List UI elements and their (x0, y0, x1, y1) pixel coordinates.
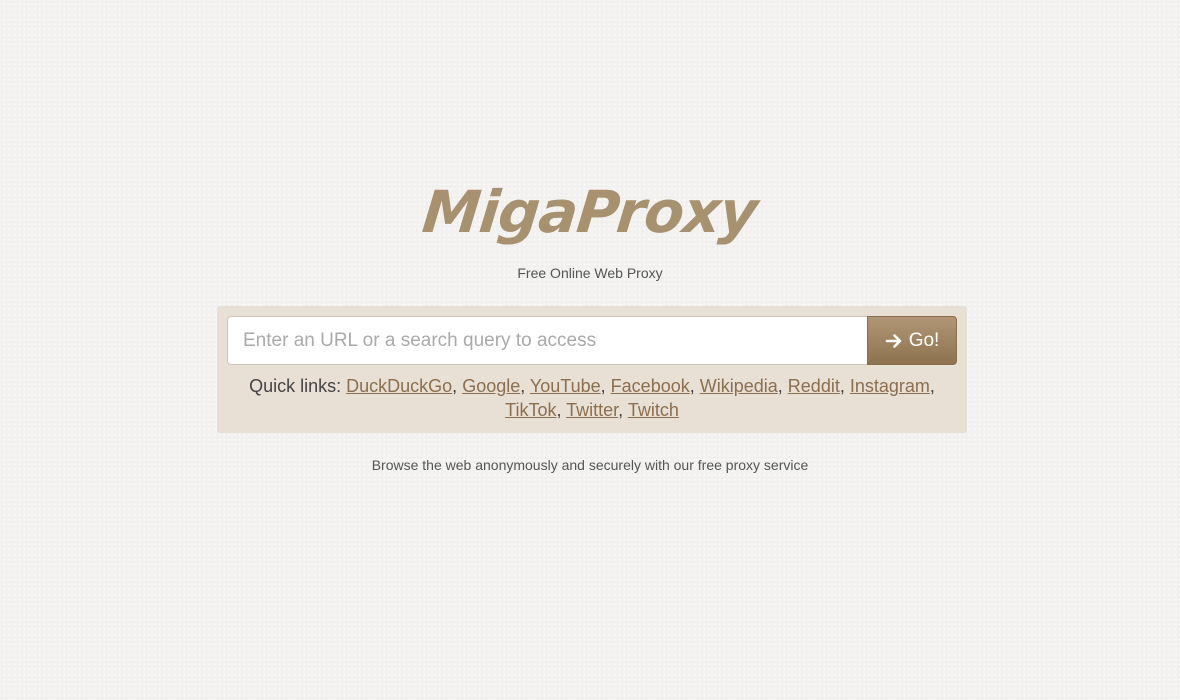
link-separator: , (452, 376, 463, 396)
go-button-label: Go! (908, 329, 940, 351)
logo[interactable]: MigaProxy (0, 172, 1180, 252)
quick-link-wikipedia[interactable]: Wikipedia (700, 376, 778, 396)
link-separator: , (929, 376, 935, 396)
link-separator: , (520, 376, 530, 396)
quick-link-youtube[interactable]: YouTube (530, 376, 601, 396)
logo-text[interactable]: MigaProxy (419, 172, 761, 252)
link-separator: , (689, 376, 700, 396)
search-form: Go! (227, 316, 957, 365)
link-separator: , (556, 400, 567, 420)
link-separator: , (839, 376, 850, 396)
quick-link-twitter[interactable]: Twitter (566, 400, 618, 420)
quick-link-google[interactable]: Google (462, 376, 520, 396)
url-search-input[interactable] (227, 316, 867, 365)
quick-link-tiktok[interactable]: TikTok (505, 400, 556, 420)
link-separator: , (600, 376, 611, 396)
quick-links: Quick links: DuckDuckGo, Google, YouTube… (227, 374, 957, 422)
link-separator: , (777, 376, 788, 396)
link-separator: , (618, 400, 628, 420)
arrow-right-icon (885, 332, 903, 350)
search-panel: Go! Quick links: DuckDuckGo, Google, You… (217, 306, 967, 433)
footer-description: Browse the web anonymously and securely … (371, 457, 809, 473)
tagline: Free Online Web Proxy (517, 265, 663, 281)
go-button[interactable]: Go! (867, 316, 957, 365)
quick-link-duckduckgo[interactable]: DuckDuckGo (346, 376, 452, 396)
quick-links-label: Quick links: (249, 376, 342, 396)
quick-link-reddit[interactable]: Reddit (788, 376, 840, 396)
quick-link-twitch[interactable]: Twitch (628, 400, 679, 420)
quick-link-instagram[interactable]: Instagram (850, 376, 930, 396)
quick-link-facebook[interactable]: Facebook (611, 376, 690, 396)
